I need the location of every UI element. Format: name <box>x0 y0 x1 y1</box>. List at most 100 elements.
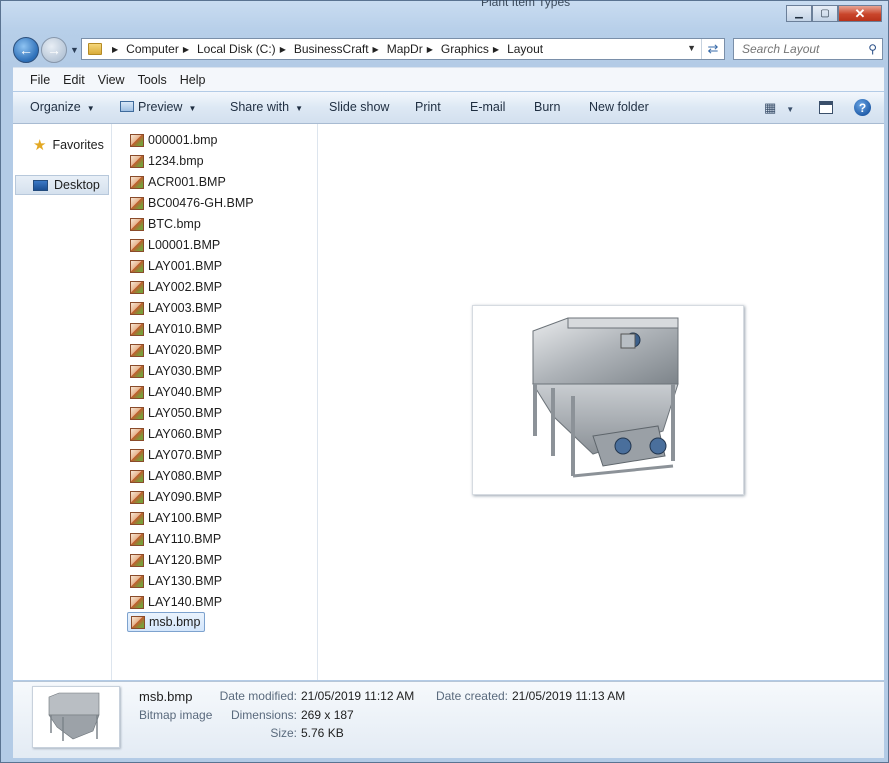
explorer-window: Plant Item Types ▁ ▢ ✕ ← → ▼ ▶ Computer … <box>0 0 889 763</box>
file-item[interactable]: LAY003.BMP <box>127 298 226 318</box>
preview-button[interactable]: Preview ▼ <box>120 100 196 114</box>
chevron-right-icon[interactable]: ▶ <box>373 45 379 54</box>
file-item-selected[interactable]: msb.bmp <box>127 612 206 632</box>
file-item[interactable]: LAY130.BMP <box>127 571 226 591</box>
new-folder-button[interactable]: New folder <box>589 100 649 114</box>
file-name: BC00476-GH.BMP <box>148 196 254 210</box>
address-dropdown-icon[interactable]: ▼ <box>687 43 696 53</box>
bitmap-file-icon <box>130 511 144 525</box>
breadcrumb-local-disk[interactable]: Local Disk (C:) <box>197 42 276 56</box>
minimize-button[interactable]: ▁ <box>786 5 812 22</box>
file-name: LAY050.BMP <box>148 406 223 420</box>
bitmap-file-icon <box>130 238 144 252</box>
hopper-machine-illustration <box>532 317 679 478</box>
file-name: LAY090.BMP <box>148 490 223 504</box>
bitmap-file-icon <box>130 154 144 168</box>
file-name: LAY070.BMP <box>148 448 223 462</box>
desktop-icon <box>33 179 48 191</box>
date-modified-value: 21/05/2019 11:12 AM <box>301 689 415 703</box>
bitmap-file-icon <box>130 217 144 231</box>
search-box[interactable]: ⚲ <box>733 38 883 60</box>
organize-button[interactable]: Organize ▼ <box>30 100 95 114</box>
file-name: msb.bmp <box>149 615 201 629</box>
nav-desktop[interactable]: Desktop <box>15 175 109 195</box>
file-item[interactable]: ACR001.BMP <box>127 172 230 192</box>
breadcrumb-computer[interactable]: Computer <box>126 42 179 56</box>
file-item[interactable]: LAY002.BMP <box>127 277 226 297</box>
file-name: LAY040.BMP <box>148 385 223 399</box>
file-item[interactable]: LAY010.BMP <box>127 319 226 339</box>
file-item[interactable]: L00001.BMP <box>127 235 224 255</box>
file-item[interactable]: LAY140.BMP <box>127 592 226 612</box>
bitmap-file-icon <box>130 595 144 609</box>
content-area: ★ Favorites Desktop 000001.bmp 1234.bmp … <box>13 124 884 680</box>
slide-show-button[interactable]: Slide show <box>329 100 389 114</box>
views-icon: ▦ <box>764 100 777 115</box>
file-item[interactable]: BTC.bmp <box>127 214 205 234</box>
change-view-button[interactable]: ▦ ▼ <box>764 100 794 116</box>
file-name: LAY010.BMP <box>148 322 223 336</box>
chevron-right-icon[interactable]: ▶ <box>183 45 189 54</box>
breadcrumb-mapdr[interactable]: MapDr <box>387 42 423 56</box>
address-bar[interactable]: ▶ Computer ▶ Local Disk (C:) ▶ BusinessC… <box>81 38 725 60</box>
file-item[interactable]: LAY070.BMP <box>127 445 226 465</box>
recent-pages-dropdown[interactable]: ▼ <box>70 45 79 55</box>
file-item[interactable]: 1234.bmp <box>127 151 208 171</box>
details-pane: msb.bmp Bitmap image Date modified: 21/0… <box>13 681 884 758</box>
menu-file[interactable]: File <box>30 73 50 87</box>
back-button[interactable]: ← <box>13 37 39 63</box>
help-icon: ? <box>858 100 867 115</box>
nav-favorites[interactable]: ★ Favorites <box>33 136 104 154</box>
chevron-right-icon[interactable]: ▶ <box>493 45 499 54</box>
file-item[interactable]: LAY100.BMP <box>127 508 226 528</box>
bitmap-file-icon <box>130 553 144 567</box>
file-item[interactable]: LAY110.BMP <box>127 529 225 549</box>
date-created-value: 21/05/2019 11:13 AM <box>512 689 626 703</box>
file-name: LAY020.BMP <box>148 343 223 357</box>
file-name: LAY030.BMP <box>148 364 223 378</box>
chevron-right-icon[interactable]: ▶ <box>280 45 286 54</box>
breadcrumb-layout[interactable]: Layout <box>507 42 543 56</box>
file-item[interactable]: LAY120.BMP <box>127 550 226 570</box>
burn-button[interactable]: Burn <box>534 100 560 114</box>
help-button[interactable]: ? <box>854 99 871 116</box>
menu-edit[interactable]: Edit <box>63 73 85 87</box>
email-button[interactable]: E-mail <box>470 100 505 114</box>
menu-tools[interactable]: Tools <box>138 73 167 87</box>
bitmap-file-icon <box>130 385 144 399</box>
close-button[interactable]: ✕ <box>838 5 882 22</box>
breadcrumb-graphics[interactable]: Graphics <box>441 42 489 56</box>
file-item[interactable]: LAY090.BMP <box>127 487 226 507</box>
bitmap-file-icon <box>130 175 144 189</box>
file-item[interactable]: BC00476-GH.BMP <box>127 193 258 213</box>
breadcrumb-businesscraft[interactable]: BusinessCraft <box>294 42 369 56</box>
bitmap-file-icon <box>130 532 144 546</box>
nav-desktop-label: Desktop <box>54 178 100 192</box>
chevron-right-icon[interactable]: ▶ <box>112 45 118 54</box>
menu-help[interactable]: Help <box>180 73 206 87</box>
file-name: LAY060.BMP <box>148 427 223 441</box>
preview-icon <box>120 101 134 112</box>
file-item[interactable]: LAY001.BMP <box>127 256 226 276</box>
file-item[interactable]: 000001.bmp <box>127 130 222 150</box>
search-input[interactable] <box>740 41 864 57</box>
chevron-down-icon: ▼ <box>786 105 795 114</box>
forward-button[interactable]: → <box>41 37 67 63</box>
menu-view[interactable]: View <box>98 73 125 87</box>
file-item[interactable]: LAY060.BMP <box>127 424 226 444</box>
file-item[interactable]: LAY050.BMP <box>127 403 226 423</box>
file-item[interactable]: LAY030.BMP <box>127 361 226 381</box>
bitmap-file-icon <box>130 259 144 273</box>
file-name: LAY003.BMP <box>148 301 223 315</box>
print-button[interactable]: Print <box>415 100 441 114</box>
chevron-right-icon[interactable]: ▶ <box>427 45 433 54</box>
file-item[interactable]: LAY020.BMP <box>127 340 226 360</box>
preview-pane-toggle-icon[interactable] <box>819 101 833 114</box>
share-with-button[interactable]: Share with ▼ <box>230 100 303 114</box>
file-item[interactable]: LAY040.BMP <box>127 382 226 402</box>
file-item[interactable]: LAY080.BMP <box>127 466 226 486</box>
search-icon[interactable]: ⚲ <box>868 42 877 56</box>
maximize-button[interactable]: ▢ <box>812 5 838 22</box>
bitmap-file-icon <box>130 406 144 420</box>
refresh-button[interactable]: ⇄ <box>701 39 724 59</box>
